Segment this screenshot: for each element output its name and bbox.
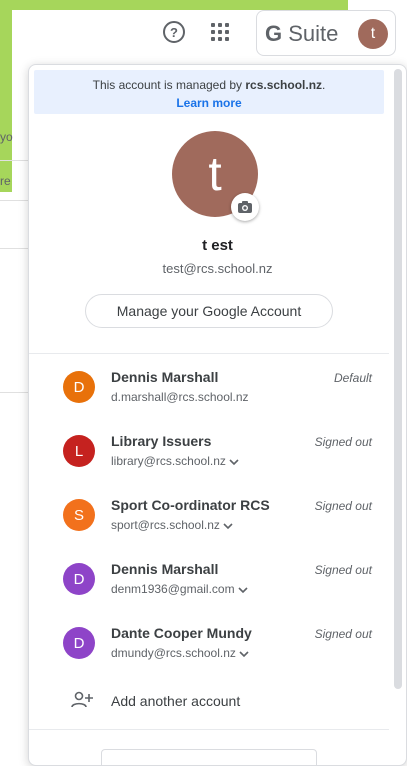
- add-account-button[interactable]: Add another account: [29, 685, 389, 719]
- managed-domain: rcs.school.nz: [245, 78, 323, 92]
- chevron-down-icon[interactable]: [237, 585, 249, 595]
- account-row[interactable]: D Dennis Marshall denm1936@gmail.com Signed…: [29, 557, 389, 621]
- account-row[interactable]: S Sport Co-ordinator RCS sport@rcs.school.…: [29, 493, 389, 557]
- background-text: yo: [0, 130, 13, 144]
- account-email: library@rcs.school.nz: [111, 454, 240, 468]
- top-bar: ? G Suite t: [0, 10, 407, 60]
- background-divider: [0, 392, 28, 393]
- account-email: denm1936@gmail.com: [111, 582, 249, 596]
- account-avatar: L: [63, 435, 95, 467]
- gsuite-logo-g: G: [265, 21, 283, 46]
- account-avatar[interactable]: t: [358, 19, 388, 49]
- gsuite-logo-suite: Suite: [288, 21, 339, 46]
- page-banner-strip: [0, 0, 348, 10]
- learn-more-link[interactable]: Learn more: [34, 96, 384, 110]
- gsuite-account-button[interactable]: G Suite t: [256, 10, 396, 56]
- add-person-icon: [71, 691, 93, 708]
- account-name: Dennis Marshall: [111, 561, 219, 577]
- account-email-text: denm1936@gmail.com: [111, 582, 235, 596]
- background-text: re: [0, 174, 11, 188]
- account-email-text: library@rcs.school.nz: [111, 454, 226, 468]
- account-name: Sport Co-ordinator RCS: [111, 497, 270, 513]
- managed-notice: This account is managed by rcs.school.nz…: [34, 78, 384, 92]
- account-name: Library Issuers: [111, 433, 212, 449]
- chevron-down-icon[interactable]: [238, 649, 250, 659]
- account-avatar: S: [63, 499, 95, 531]
- help-icon[interactable]: ?: [163, 21, 185, 43]
- account-email-text: dmundy@rcs.school.nz: [111, 646, 236, 660]
- account-status: Signed out: [314, 499, 372, 513]
- sign-out-button[interactable]: [101, 749, 317, 765]
- manage-account-button[interactable]: Manage your Google Account: [85, 294, 333, 328]
- account-status: Signed out: [314, 435, 372, 449]
- chevron-down-icon[interactable]: [222, 521, 234, 531]
- background-divider: [0, 160, 28, 161]
- change-photo-button[interactable]: [231, 193, 259, 221]
- add-account-label: Add another account: [111, 693, 241, 709]
- chevron-down-icon[interactable]: [228, 457, 240, 467]
- account-email: d.marshall@rcs.school.nz: [111, 390, 249, 404]
- account-email: dmundy@rcs.school.nz: [111, 646, 250, 660]
- account-status: Signed out: [314, 627, 372, 641]
- account-status: Signed out: [314, 563, 372, 577]
- account-avatar: D: [63, 371, 95, 403]
- account-popup: This account is managed by rcs.school.nz…: [28, 64, 407, 766]
- account-row[interactable]: L Library Issuers library@rcs.school.nz Sig…: [29, 429, 389, 493]
- managed-account-banner: This account is managed by rcs.school.nz…: [34, 70, 384, 114]
- account-email: sport@rcs.school.nz: [111, 518, 234, 532]
- background-divider: [0, 248, 28, 249]
- profile-name: t est: [202, 237, 233, 254]
- gsuite-logo: G Suite: [265, 21, 338, 47]
- apps-grid-icon[interactable]: [211, 23, 231, 43]
- account-avatar: D: [63, 627, 95, 659]
- account-avatar: D: [63, 563, 95, 595]
- scrollbar[interactable]: [394, 69, 402, 689]
- account-row[interactable]: D Dante Cooper Mundy dmundy@rcs.school.nz S…: [29, 621, 389, 685]
- profile-email: test@rcs.school.nz: [162, 261, 273, 276]
- managed-suffix: .: [322, 78, 326, 92]
- account-email-text: d.marshall@rcs.school.nz: [111, 390, 249, 404]
- account-email-text: sport@rcs.school.nz: [111, 518, 220, 532]
- account-status: Default: [333, 371, 372, 385]
- divider: [29, 353, 389, 354]
- account-row[interactable]: D Dennis Marshall d.marshall@rcs.school.nz…: [29, 365, 389, 429]
- managed-prefix: This account is managed by: [92, 78, 246, 92]
- account-name: Dennis Marshall: [111, 369, 219, 385]
- divider: [29, 729, 389, 730]
- account-name: Dante Cooper Mundy: [111, 625, 252, 641]
- background-divider: [0, 200, 28, 201]
- camera-icon: [238, 201, 252, 213]
